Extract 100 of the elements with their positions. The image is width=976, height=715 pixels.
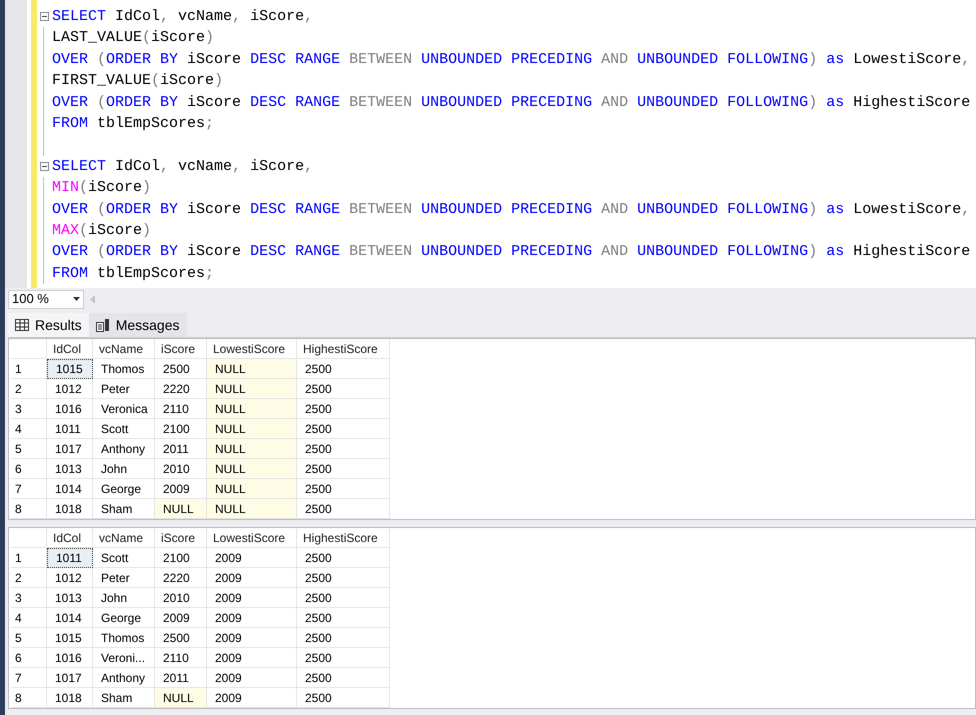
- column-header[interactable]: HighestiScore: [297, 528, 390, 548]
- table-cell: 1013: [47, 459, 93, 479]
- column-header[interactable]: vcName: [93, 339, 155, 359]
- table-cell: NULL: [207, 479, 297, 499]
- table-cell: 1013: [47, 588, 93, 608]
- table-cell: 1017: [47, 439, 93, 459]
- table-cell: 1012: [47, 379, 93, 399]
- table-cell: 2009: [207, 568, 297, 588]
- table-cell: 2500: [297, 568, 390, 588]
- table-cell: NULL: [155, 499, 207, 519]
- table-cell: NULL: [207, 439, 297, 459]
- table-cell: NULL: [207, 499, 297, 519]
- code-line: SELECT IdCol, vcName, iScore,: [51, 7, 314, 27]
- table-cell: 2500: [297, 459, 390, 479]
- table-cell: 2500: [297, 628, 390, 648]
- table-cell: 2010: [155, 588, 207, 608]
- code-line: SELECT IdCol, vcName, iScore,: [51, 156, 314, 177]
- table-cell: 1014: [47, 608, 93, 628]
- table-cell: 2009: [207, 588, 297, 608]
- table-cell: John: [93, 459, 155, 479]
- table-cell: 2009: [155, 608, 207, 628]
- code-line: LAST_VALUE(iScore): [51, 28, 214, 48]
- column-header[interactable]: LowestiScore: [207, 339, 297, 359]
- table-cell: 2009: [207, 608, 297, 628]
- table-cell: 2100: [155, 548, 207, 568]
- row-number: 4: [11, 608, 47, 628]
- table-cell: Veronica: [93, 399, 155, 419]
- row-number: 6: [11, 459, 47, 479]
- column-header[interactable]: LowestiScore: [207, 528, 297, 548]
- table-cell: Scott: [93, 548, 155, 568]
- table-cell: 1012: [47, 568, 93, 588]
- column-header[interactable]: IdCol: [47, 528, 93, 548]
- table-cell: Peter: [93, 568, 155, 588]
- row-number: 5: [11, 628, 47, 648]
- caret-icon: [73, 297, 80, 302]
- table-cell: 2009: [207, 668, 297, 688]
- table-cell: John: [93, 588, 155, 608]
- table-cell: 1017: [47, 668, 93, 688]
- column-header[interactable]: HighestiScore: [297, 339, 390, 359]
- column-header[interactable]: iScore: [155, 339, 207, 359]
- code-line: OVER (ORDER BY iScore DESC RANGE BETWEEN UNBOUNDED PRECEDING AND UNBOUNDED FOLLOWING) as HighestiScore: [51, 92, 970, 113]
- code-line: FIRST_VALUE(iScore): [51, 71, 224, 92]
- code-line: OVER (ORDER BY iScore DESC RANGE BETWEEN UNBOUNDED PRECEDING AND UNBOUNDED FOLLOWING) as HighestiScore: [51, 242, 970, 262]
- table-cell: 2500: [297, 419, 390, 439]
- table-cell: NULL: [207, 459, 297, 479]
- table-cell: 2500: [297, 439, 390, 459]
- table-cell: NULL: [207, 419, 297, 439]
- table-cell: 2500: [297, 399, 390, 419]
- code-line: OVER (ORDER BY iScore DESC RANGE BETWEEN UNBOUNDED PRECEDING AND UNBOUNDED FOLLOWING) as LowestiScore,: [51, 50, 970, 70]
- table-cell: 2500: [297, 588, 390, 608]
- table-cell: 2009: [207, 548, 297, 568]
- code-line: FROM tblEmpScores;: [51, 114, 214, 134]
- column-header[interactable]: IdCol: [47, 339, 93, 359]
- table-cell: Scott: [93, 419, 155, 439]
- column-header[interactable]: vcName: [93, 528, 155, 548]
- table-cell: Anthony: [93, 668, 155, 688]
- table-cell: 1016: [47, 399, 93, 419]
- table-cell: 2500: [297, 379, 390, 399]
- table-cell: 2500: [297, 359, 390, 379]
- row-number: 2: [11, 379, 47, 399]
- row-number: 4: [11, 419, 47, 439]
- table-cell: 1018: [47, 499, 93, 519]
- row-number: 8: [11, 499, 47, 519]
- table-cell: NULL: [207, 399, 297, 419]
- table-cell: 1016: [47, 648, 93, 668]
- table-cell: 2009: [207, 688, 297, 708]
- result-tab[interactable]: Results: [8, 313, 89, 337]
- row-number: 7: [11, 479, 47, 499]
- code-line: MAX(iScore): [51, 220, 152, 241]
- grid-icon: [15, 319, 29, 331]
- document-icon: [96, 318, 110, 332]
- table-cell: 1018: [47, 688, 93, 708]
- collapse-icon[interactable]: [40, 162, 48, 171]
- row-number: 6: [11, 648, 47, 668]
- table-cell: 2500: [297, 479, 390, 499]
- zoom-value: 100 %: [12, 290, 49, 308]
- table-cell: 2500: [155, 628, 207, 648]
- collapse-icon[interactable]: [40, 12, 48, 22]
- row-number: 3: [11, 588, 47, 608]
- row-number: 3: [11, 399, 47, 419]
- table-cell: Peter: [93, 379, 155, 399]
- row-number: 8: [11, 688, 47, 708]
- table-cell: Anthony: [93, 439, 155, 459]
- row-number: 5: [11, 439, 47, 459]
- column-header[interactable]: iScore: [155, 528, 207, 548]
- table-cell: 1015: [47, 359, 93, 379]
- result-tab[interactable]: Messages: [88, 313, 186, 337]
- table-cell: George: [93, 608, 155, 628]
- table-cell: NULL: [155, 688, 207, 708]
- table-cell: 2500: [297, 608, 390, 628]
- table-cell: Thomos: [93, 359, 155, 379]
- table-cell: 1011: [47, 419, 93, 439]
- table-cell: 1011: [47, 548, 93, 568]
- table-cell: George: [93, 479, 155, 499]
- table-cell: NULL: [207, 359, 297, 379]
- table-cell: Veroni...: [93, 648, 155, 668]
- table-cell: Thomos: [93, 628, 155, 648]
- table-cell: 2110: [155, 648, 207, 668]
- table-cell: 2500: [297, 688, 390, 708]
- zoom-dropdown[interactable]: 100 %: [8, 290, 84, 309]
